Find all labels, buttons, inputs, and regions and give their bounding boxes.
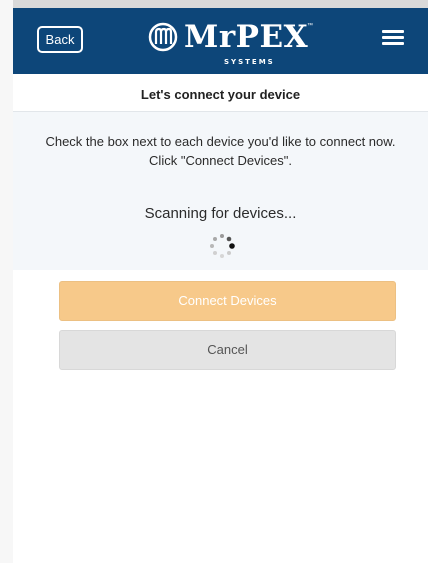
logo-trademark: ™ bbox=[307, 23, 313, 29]
logo-subtitle: SYSTEMS bbox=[224, 58, 275, 66]
instructions-line-1: Check the box next to each device you'd … bbox=[45, 134, 396, 149]
app-screen: Back MrPEX ™ SYSTEMS Let's connect your … bbox=[13, 0, 428, 563]
page-title: Let's connect your device bbox=[140, 87, 301, 102]
logo-wordmark: MrPEX bbox=[184, 19, 309, 55]
back-button[interactable]: Back bbox=[37, 26, 83, 53]
scan-panel: Check the box next to each device you'd … bbox=[13, 112, 428, 270]
app-header: Back MrPEX ™ SYSTEMS bbox=[13, 0, 428, 74]
menu-bar-top bbox=[382, 30, 404, 33]
cancel-button[interactable]: Cancel bbox=[59, 330, 396, 370]
instructions-line-2: Click "Connect Devices". bbox=[149, 153, 292, 168]
hamburger-menu-icon[interactable] bbox=[382, 30, 404, 50]
connect-devices-button[interactable]: Connect Devices bbox=[59, 281, 396, 321]
mrpex-logo: MrPEX ™ SYSTEMS bbox=[148, 19, 313, 67]
menu-bar-bottom bbox=[382, 42, 404, 45]
device-frame: Back MrPEX ™ SYSTEMS Let's connect your … bbox=[0, 0, 428, 563]
loading-spinner-icon bbox=[210, 234, 235, 258]
mrpex-logo-icon bbox=[148, 22, 178, 52]
menu-bar-middle bbox=[382, 36, 404, 39]
scanning-status: Scanning for devices... bbox=[144, 205, 297, 222]
instructions-text: Check the box next to each device you'd … bbox=[13, 132, 428, 170]
